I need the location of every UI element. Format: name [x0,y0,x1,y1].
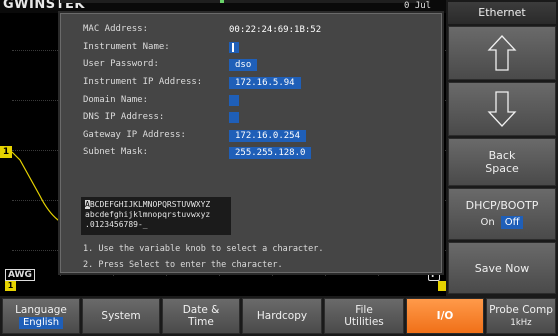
date-time-label-2: Time [188,316,214,328]
dhcp-toggle-button[interactable]: DHCP/BOOTP On Off [448,188,556,240]
system-label: System [101,310,141,322]
dhcp-toggle: On Off [481,216,524,229]
probe-comp-button[interactable]: Probe Comp 1kHz [486,298,556,334]
charset-uppercase: BCDEFGHIJKLMNOPQRSTUVWXYZ [89,200,211,209]
probe-comp-value: 1kHz [510,317,532,328]
date-display: 0 Jul [404,1,432,11]
file-utilities-label-2: Utilities [344,316,384,328]
dns-ip-label: DNS IP Address: [83,112,165,122]
domain-name-field[interactable] [229,95,239,106]
dhcp-off-option: Off [500,216,524,229]
probe-comp-label: Probe Comp [489,303,553,316]
side-menu-title: Ethernet [448,2,556,24]
arrow-down-icon [487,91,517,127]
backspace-label-2: Space [485,162,519,175]
backspace-button[interactable]: Back Space [448,138,556,186]
hardcopy-label: Hardcopy [256,310,308,322]
ch1-ground-marker[interactable]: 1 [0,146,12,158]
instrument-ip-field[interactable]: 172.16.5.94 [229,77,301,89]
instrument-name-label: Instrument Name: [83,42,170,52]
dhcp-on-option: On [480,217,495,228]
up-button[interactable] [448,26,556,80]
side-menu: Ethernet Back Space DHCP/BOOTP On Off Sa… [446,0,558,296]
user-password-field[interactable]: dso [229,59,258,71]
status-bar: GWINSTEK 0 Jul [0,0,446,13]
charset-lowercase: abcdefghijklmnopqrstuvwxyz [85,210,211,219]
save-now-label: Save Now [474,261,530,275]
gateway-ip-field[interactable]: 172.16.0.254 [229,130,307,142]
date-time-button[interactable]: Date & Time [162,298,240,334]
arrow-up-icon [487,35,517,71]
domain-name-label: Domain Name: [83,95,149,105]
trigger-indicator [438,281,446,291]
bottom-menu: Language English System Date & Time Hard… [0,296,558,336]
language-value: English [18,316,64,329]
down-button[interactable] [448,82,556,136]
instruction-2: 2. Press Select to enter the character. [83,260,283,270]
mac-address-value: 00:22:24:69:1B:52 [229,25,322,35]
ethernet-config-dialog: MAC Address: 00:22:24:69:1B:52 Instrumen… [60,13,442,273]
awg-badge: AWG [5,269,35,281]
backspace-label-1: Back [488,149,516,162]
subnet-mask-label: Subnet Mask: [83,147,149,157]
save-now-button[interactable]: Save Now [448,242,556,294]
date-time-label-1: Date & [182,304,220,316]
io-button[interactable]: I/O [406,298,484,334]
dhcp-label: DHCP/BOOTP [465,199,539,212]
io-label: I/O [436,310,454,322]
instrument-name-field[interactable] [229,42,239,53]
text-cursor [232,43,234,52]
gateway-ip-label: Gateway IP Address: [83,130,186,140]
system-button[interactable]: System [82,298,160,334]
file-utilities-label-1: File [355,304,373,316]
ch1-indicator: 1 [5,281,16,291]
instruction-1: 1. Use the variable knob to select a cha… [83,244,324,254]
subnet-mask-field[interactable]: 255.255.128.0 [229,147,312,159]
charset-digits: .0123456789-_ [85,220,148,229]
file-utilities-button[interactable]: File Utilities [324,298,404,334]
hardcopy-button[interactable]: Hardcopy [242,298,322,334]
mac-address-label: MAC Address: [83,24,149,34]
instrument-ip-label: Instrument IP Address: [83,77,203,87]
character-selector[interactable]: ABCDEFGHIJKLMNOPQRSTUVWXYZ abcdefghijklm… [81,197,231,235]
dns-ip-field[interactable] [229,112,239,123]
timebase-indicator [60,0,430,3]
language-label: Language [15,303,67,316]
user-password-label: User Password: [83,59,159,69]
language-button[interactable]: Language English [2,298,80,334]
